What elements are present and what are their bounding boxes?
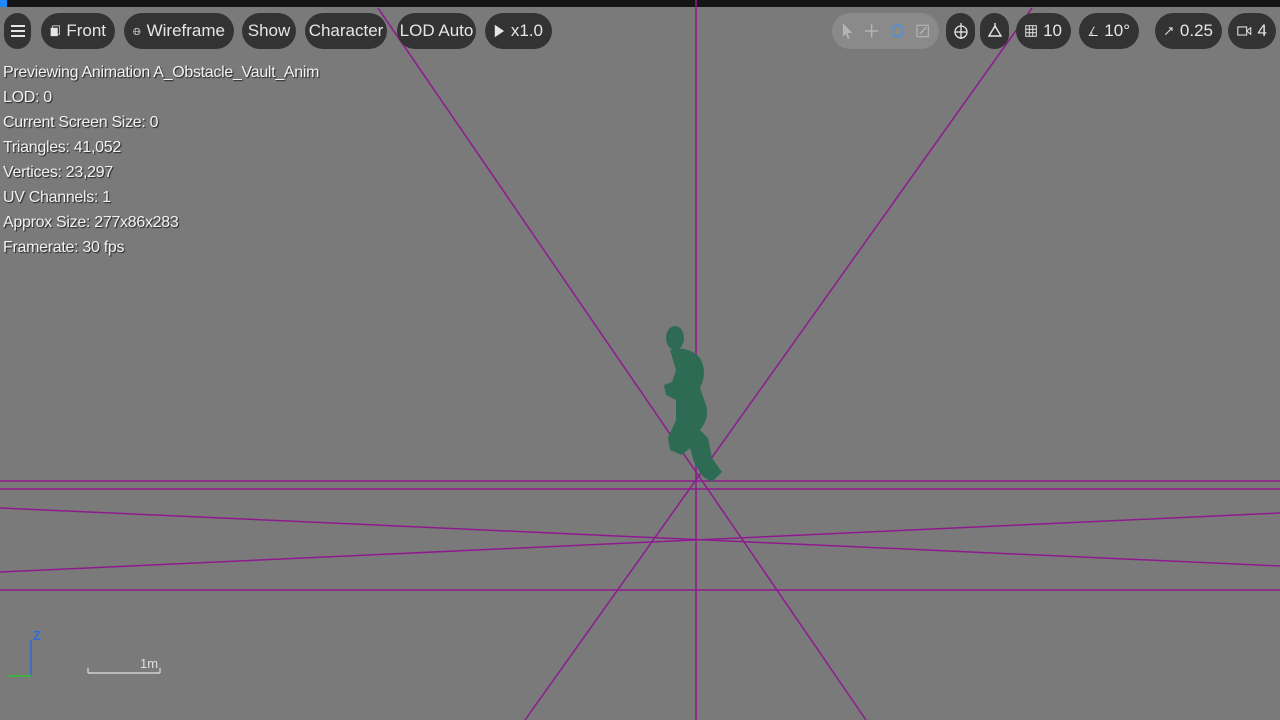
diagonal-line-2: [524, 7, 1033, 720]
scale-snap-value: 0.25: [1179, 21, 1213, 40]
view-mode-front-button[interactable]: Front: [41, 13, 115, 49]
hamburger-icon: [10, 25, 25, 37]
grid-snap-button[interactable]: 10: [1016, 13, 1071, 49]
surface-snap-icon: [987, 23, 1002, 37]
grid-snap-value: 10: [1043, 21, 1062, 40]
perspective-line-2: [0, 512, 1280, 573]
globe-icon: [133, 27, 141, 35]
stats-approx-size: Approx Size: 277x86x283: [3, 214, 179, 231]
select-arrow-icon[interactable]: [841, 22, 854, 40]
front-view-icon: [50, 25, 61, 37]
character-label: Character: [308, 21, 384, 40]
view-mode-label: Front: [66, 21, 106, 40]
lod-menu-button[interactable]: LOD Auto: [397, 13, 476, 49]
show-menu-button[interactable]: Show: [242, 13, 296, 49]
viewport-menu-button[interactable]: [4, 13, 31, 49]
angle-icon: [1088, 26, 1098, 36]
stats-triangles: Triangles: 41,052: [3, 139, 121, 156]
surface-snap-button[interactable]: [980, 13, 1009, 49]
character-silhouette: [664, 326, 722, 482]
coordinate-space-button[interactable]: [946, 13, 975, 49]
axis-gizmo: [8, 640, 32, 677]
wireframe-label: Wireframe: [146, 21, 225, 40]
rotation-snap-button[interactable]: 10°: [1079, 13, 1139, 49]
stats-framerate: Framerate: 30 fps: [3, 239, 125, 256]
scale-snap-button[interactable]: 0.25: [1155, 13, 1222, 49]
camera-speed-button[interactable]: 4: [1228, 13, 1276, 49]
world-space-icon: [953, 23, 968, 39]
play-icon: [494, 24, 505, 38]
lod-label: LOD Auto: [399, 21, 474, 40]
grid-icon: [1025, 25, 1037, 37]
playback-speed-label: x1.0: [510, 21, 543, 40]
scale-icon[interactable]: [915, 23, 930, 39]
viewport-stats-overlay: Previewing Animation A_Obstacle_Vault_An…: [3, 60, 319, 260]
stats-uv-channels: UV Channels: 1: [3, 189, 111, 206]
playback-speed-button[interactable]: x1.0: [485, 13, 552, 49]
stats-screen-size: Current Screen Size: 0: [3, 114, 159, 131]
stats-lod: LOD: 0: [3, 89, 52, 106]
stats-preview-animation: Previewing Animation A_Obstacle_Vault_An…: [3, 64, 320, 81]
show-label: Show: [247, 21, 291, 40]
rotation-snap-value: 10°: [1104, 21, 1130, 40]
scale-bar-label: 1m: [140, 656, 159, 671]
stats-vertices: Vertices: 23,297: [3, 164, 113, 181]
character-menu-button[interactable]: Character: [305, 13, 387, 49]
scale-arrow-icon: [1164, 27, 1173, 36]
axis-z-label: Z: [33, 628, 41, 643]
transform-tools-group: [832, 13, 939, 49]
camera-speed-value: 4: [1257, 21, 1267, 40]
wireframe-mode-button[interactable]: Wireframe: [124, 13, 234, 49]
rotate-icon[interactable]: [890, 23, 905, 39]
move-icon[interactable]: [864, 23, 879, 39]
camera-icon: [1237, 26, 1252, 36]
diagonal-line-1: [377, 7, 867, 720]
